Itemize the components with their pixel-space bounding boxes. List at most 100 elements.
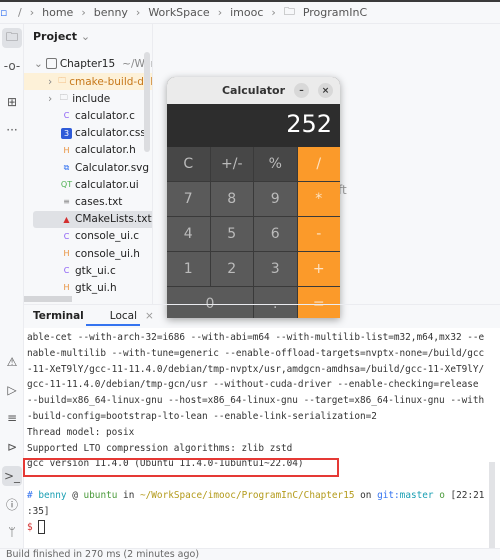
breadcrumb: ▫ / › home › benny › WorkSpace › imooc › 🗀 Prog… [0,2,500,24]
folder-file-icon: 🗀 [59,92,68,102]
tree-root[interactable]: ⌄ Chapter15 ~/WorkSpace [34,55,152,72]
cmake-file-icon: ▲ [63,214,70,224]
tree-item[interactable]: ▲ CMakeLists.txt [33,210,152,228]
terminal-line: -11-XeT9lY/gcc-11-11.4.0/debian/tmp-nvpt… [27,363,485,375]
tree-item-label: gtk_ui.c [75,264,116,277]
terminal-line: able-cet --with-arch-32=i686 --with-abi=… [27,332,485,343]
tree-item-label: CMakeLists.txt [75,213,152,226]
minimize-button[interactable]: – [294,83,309,98]
active-tab-indicator [86,324,140,326]
key-8[interactable]: 8 [210,182,253,216]
crumb-programinc[interactable]: ProgramInC [303,6,367,19]
terminal-icon[interactable]: >_ [2,466,22,486]
root-name: Chapter15 [59,57,116,70]
tree-item[interactable]: 3 calculator.css [24,125,152,142]
terminal-output[interactable]: able-cet --with-arch-32=i686 --with-abi=… [24,328,500,548]
project-folder-icon[interactable]: 🗀 [2,28,22,48]
key-6[interactable]: 6 [254,217,297,251]
terminal-line: nable-multilib --with-tune=generic --ena… [27,347,485,359]
calculator-display: 252 [167,104,340,147]
key-4[interactable]: 4 [167,217,210,251]
tree-item-label: calculator.c [75,109,135,122]
tree-item[interactable]: Cconsole_ui.c [24,228,152,245]
tree-item[interactable]: Cgtk_ui.c [24,262,152,279]
tree-item[interactable]: ⧉ Calculator.svg [24,159,152,176]
close-button[interactable]: × [318,83,333,98]
terminal-line: Supported LTO compression algorithms: zl… [27,442,293,454]
input-line[interactable]: $ [27,520,500,536]
folder-icon: 🗀 [283,5,295,18]
cmake-icon[interactable]: ⚠ [2,352,22,372]
key-/[interactable]: / [297,147,340,181]
calculator-window: Calculator – × 252 C +/-%/7 8 9 * 4 5 6-1 2 3 +0. = [167,77,340,318]
crumb-imooc[interactable]: imooc [230,6,263,19]
tree-item[interactable]: › 🗀 include [24,90,152,107]
terminal-scrollbar[interactable] [489,462,495,548]
run-icon[interactable]: ▷ [2,380,22,400]
crumb-home[interactable]: home [42,6,73,19]
tree-item[interactable]: Ccalculator.c [24,107,152,124]
project-hscrollbar[interactable] [24,296,72,302]
prompt-time: :35] [27,505,50,517]
tree-item-label: calculator.h [75,144,136,157]
key-3[interactable]: 3 [254,252,297,286]
key-9[interactable]: 9 [254,182,297,216]
key-+[interactable]: + [297,252,340,286]
keypad: C +/-%/7 8 9 * 4 5 6-1 2 3 +0. = [167,147,340,318]
commit-icon[interactable]: -o- [2,56,22,76]
c-file-icon: C [63,231,70,241]
services-icon[interactable]: ⊳ [2,437,22,457]
terminal-line: -build-config=bootstrap-lto-lean --enabl… [27,410,377,422]
c-file-icon: C [63,111,70,121]
terminal-tabs: Terminal Local × [24,304,500,326]
terminal-line: gcc-11-11.4.0/debian/tmp-gcn/usr --witho… [27,379,479,391]
highlight-box [23,458,339,477]
tree-item-label: calculator.css [75,127,146,140]
key-*[interactable]: * [297,182,340,216]
tree-item[interactable]: Hcalculator.h [24,142,152,159]
tab-local[interactable]: Local [110,310,137,322]
terminal-line: Thread model: posix [27,426,135,438]
folder-file-icon: 🗀 [58,75,67,85]
terminal-cursor [38,520,46,535]
structure-icon[interactable]: ⊞ [2,92,22,112]
messages-icon[interactable]: ≡ [2,408,22,428]
svg-file-icon: ⧉ [63,162,70,172]
terminal-line: --build=x86_64-linux-gnu --host=x86_64-l… [27,395,485,407]
calculator-title: Calculator [221,84,286,97]
key-+/-[interactable]: +/- [210,147,253,181]
c-file-icon: C [63,266,70,276]
tree-item[interactable]: Hgtk_ui.h [24,279,152,296]
txt-file-icon: ≡ [63,197,70,207]
key-1[interactable]: 1 [167,252,210,286]
tree-item[interactable]: QT calculator.ui [24,176,152,193]
module-folder-icon [45,58,57,69]
more-icon[interactable]: ··· [2,120,22,140]
key-5[interactable]: 5 [210,217,253,251]
crumb-benny[interactable]: benny [94,6,128,19]
expand-arrow-icon[interactable]: › [48,93,52,105]
project-title[interactable]: Project ⌄ [33,30,90,43]
key-C[interactable]: C [167,147,210,181]
tree-item[interactable]: Hconsole_ui.h [24,245,152,262]
project-panel: Project ⌄ ⌄ Chapter15 ~/WorkSpace › 🗀cmak… [24,24,152,304]
root-icon[interactable]: ▫ [0,6,10,19]
h-file-icon: H [63,283,70,293]
key-7[interactable]: 7 [167,182,210,216]
tree-item-label: console_ui.c [75,230,140,243]
git-icon[interactable]: ᛘ [2,522,22,542]
key-2[interactable]: 2 [210,252,253,286]
tree-item-label: cases.txt [75,195,123,208]
calculator-titlebar[interactable]: Calculator – × [167,77,340,104]
tree-item[interactable]: ≡ cases.txt [24,193,152,210]
project-scrollbar[interactable] [144,52,150,152]
crumb-workspace[interactable]: WorkSpace [148,6,209,19]
problems-icon[interactable]: ⓘ [2,494,22,514]
tree-item[interactable]: › 🗀cmake-build-debug [24,73,152,90]
status-bar: Build finished in 270 ms (2 minutes ago) [0,548,500,560]
close-tab-icon[interactable]: × [145,310,154,322]
key-%[interactable]: % [254,147,297,181]
expand-arrow-icon[interactable]: › [48,76,52,88]
key--[interactable]: - [297,217,340,251]
tree-item-label: cmake-build-debug [69,75,152,88]
